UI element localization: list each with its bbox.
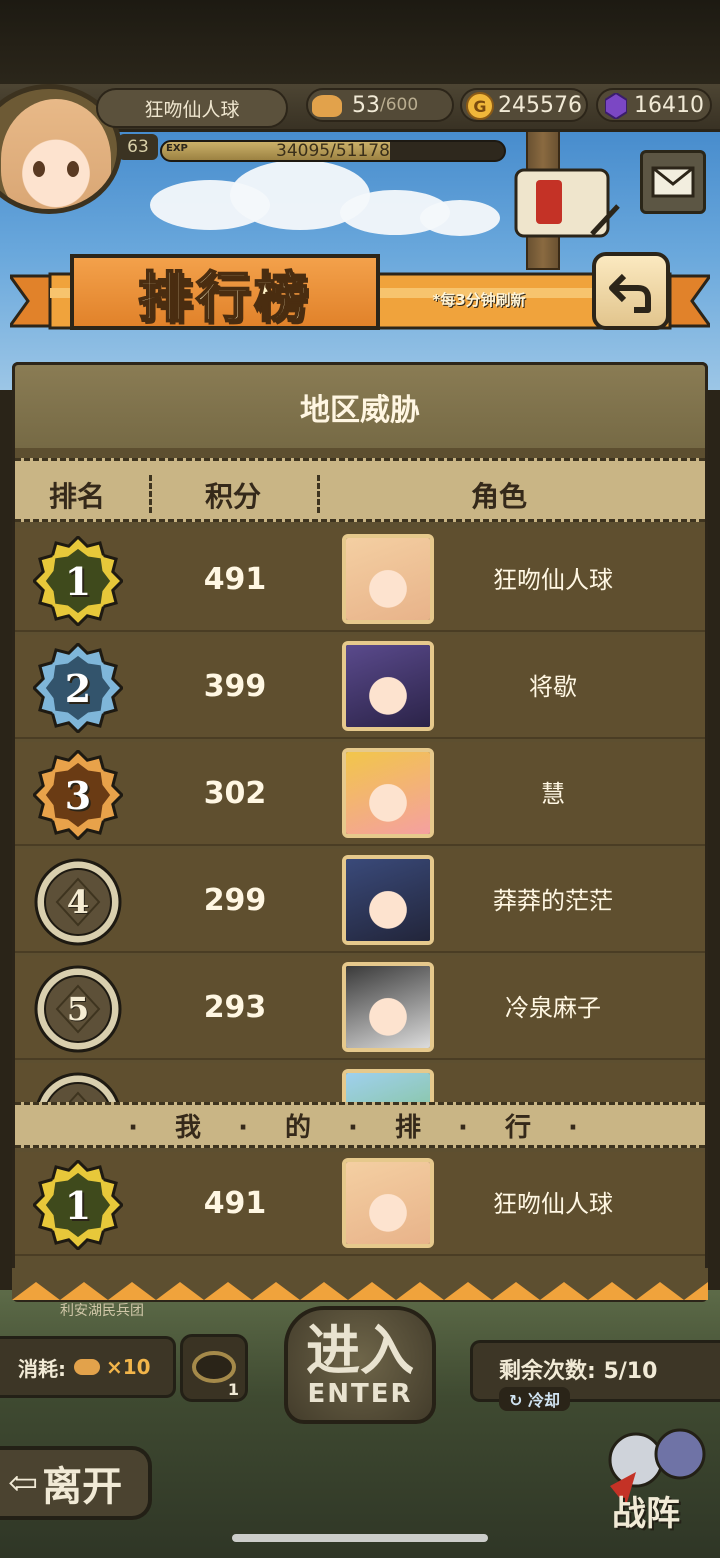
team-label: 利安湖民兵团 xyxy=(60,1303,144,1319)
enter-label-en: ENTER xyxy=(307,1379,413,1409)
remaining-count: 剩余次数: 5/10 xyxy=(499,1359,658,1384)
remaining-attempts: 剩余次数: 5/10 ↻ 冷却 xyxy=(470,1340,720,1411)
cooldown-button[interactable]: ↻ 冷却 xyxy=(499,1387,570,1411)
rank-medal: 4 xyxy=(33,857,123,947)
my-rank-header: · 我 · 的 · 排 · 行 · xyxy=(15,1102,705,1148)
item-count: 1 xyxy=(227,1380,239,1399)
player-name: 狂吻仙人球 xyxy=(96,88,288,128)
score-value: 299 xyxy=(203,883,267,918)
exp-bar: EXP 34095/51178 xyxy=(160,140,506,162)
title-plate: 排行榜 xyxy=(70,254,380,330)
rank-number: 5 xyxy=(66,990,90,1028)
character-name: 慧 xyxy=(541,780,565,808)
rank-number: 3 xyxy=(64,772,92,818)
rank-number: 1 xyxy=(64,1182,92,1228)
item-slot[interactable]: 1 xyxy=(180,1334,248,1402)
refresh-note: *每3分钟刷新 xyxy=(432,291,526,309)
cooldown-icon: ↻ xyxy=(509,1391,528,1410)
enter-label: 进入 xyxy=(306,1318,414,1382)
rank-number: 1 xyxy=(64,558,92,604)
rank-number: 4 xyxy=(66,883,90,921)
leave-label: 离开 xyxy=(42,1463,123,1510)
rank-medal: 1 xyxy=(33,1160,123,1250)
score-value: 293 xyxy=(203,990,267,1025)
rank-medal: 5 xyxy=(33,964,123,1054)
character-portrait[interactable] xyxy=(342,1069,434,1102)
envelope-icon xyxy=(651,166,695,198)
column-header: 排名 积分 角色 xyxy=(15,458,705,522)
gold-coin-icon: G xyxy=(466,92,494,120)
gem-icon xyxy=(602,92,630,120)
page-title: 排行榜 xyxy=(137,264,312,330)
stamina-max: /600 xyxy=(380,95,419,115)
home-indicator[interactable] xyxy=(232,1534,488,1542)
mail-button[interactable] xyxy=(640,150,706,214)
character-portrait[interactable] xyxy=(342,962,434,1052)
return-arrow-icon xyxy=(609,273,651,313)
player-level: 63 xyxy=(118,134,158,160)
character-portrait[interactable] xyxy=(342,534,434,624)
gem-value: 16410 xyxy=(634,92,704,118)
column-rank: 排名 xyxy=(49,480,106,513)
quest-scroll-icon[interactable] xyxy=(506,164,626,248)
gold-value: 245576 xyxy=(498,92,582,118)
top-background xyxy=(0,0,720,90)
character-name: 冷泉麻子 xyxy=(505,994,601,1022)
rank-medal xyxy=(33,1071,123,1102)
enter-button[interactable]: 进入 ENTER xyxy=(284,1306,436,1424)
ranking-category-title: 地区威胁 xyxy=(12,362,708,448)
ranking-row[interactable]: 1 491 狂吻仙人球 xyxy=(15,528,705,632)
score-value: 302 xyxy=(203,776,267,811)
bread-icon xyxy=(312,95,342,117)
ranking-list[interactable]: 1 491 狂吻仙人球 2 399 将歇 3 302 慧 4 299 莽莽的茫茫 5 293 冷泉麻子 xyxy=(15,528,705,1102)
ranking-row[interactable]: 5 293 冷泉麻子 xyxy=(15,956,705,1060)
cost-multiplier: ×10 xyxy=(106,1355,151,1379)
score-value: 491 xyxy=(203,1186,267,1221)
rank-medal: 1 xyxy=(33,536,123,626)
character-name: 将歇 xyxy=(529,673,577,701)
formation-label: 战阵 xyxy=(612,1494,680,1534)
left-arrow-icon: ⇦ xyxy=(8,1462,39,1504)
column-score: 积分 xyxy=(205,480,262,513)
character-name: 狂吻仙人球 xyxy=(493,566,613,594)
character-portrait[interactable] xyxy=(342,855,434,945)
stamina-counter[interactable]: 53/600 xyxy=(306,88,454,122)
leave-button[interactable]: ⇦ 离开 xyxy=(0,1446,152,1520)
cost-box: 消耗: ×10 xyxy=(0,1336,176,1398)
gold-counter[interactable]: G 245576 xyxy=(460,88,588,122)
character-portrait[interactable] xyxy=(342,641,434,731)
stamina-value: 53 xyxy=(352,92,380,118)
rank-number: 2 xyxy=(64,665,92,711)
rank-medal: 3 xyxy=(33,750,123,840)
ranking-row[interactable]: 3 302 慧 xyxy=(15,742,705,846)
character-portrait[interactable] xyxy=(342,1158,434,1248)
character-name: 莽莽的茫茫 xyxy=(493,887,613,915)
character-portrait[interactable] xyxy=(342,748,434,838)
bread-icon xyxy=(74,1359,100,1375)
rank-medal: 2 xyxy=(33,643,123,733)
ranking-row-partial[interactable] xyxy=(15,1063,705,1102)
back-button[interactable] xyxy=(592,252,670,330)
ranking-row[interactable]: 2 399 将歇 xyxy=(15,635,705,739)
score-value: 399 xyxy=(203,669,267,704)
column-character: 角色 xyxy=(471,480,528,513)
ranking-row[interactable]: 4 299 莽莽的茫茫 xyxy=(15,849,705,953)
my-rank-row[interactable]: 1 491 狂吻仙人球 xyxy=(15,1152,705,1256)
cost-label: 消耗: xyxy=(18,1356,66,1381)
score-value: 491 xyxy=(203,562,267,597)
exp-text: 34095/51178 xyxy=(276,141,390,161)
character-name: 狂吻仙人球 xyxy=(493,1190,613,1218)
gem-counter[interactable]: 16410 xyxy=(596,88,712,122)
cooldown-label: 冷却 xyxy=(527,1391,560,1410)
panel-zigzag-edge xyxy=(12,1268,708,1300)
